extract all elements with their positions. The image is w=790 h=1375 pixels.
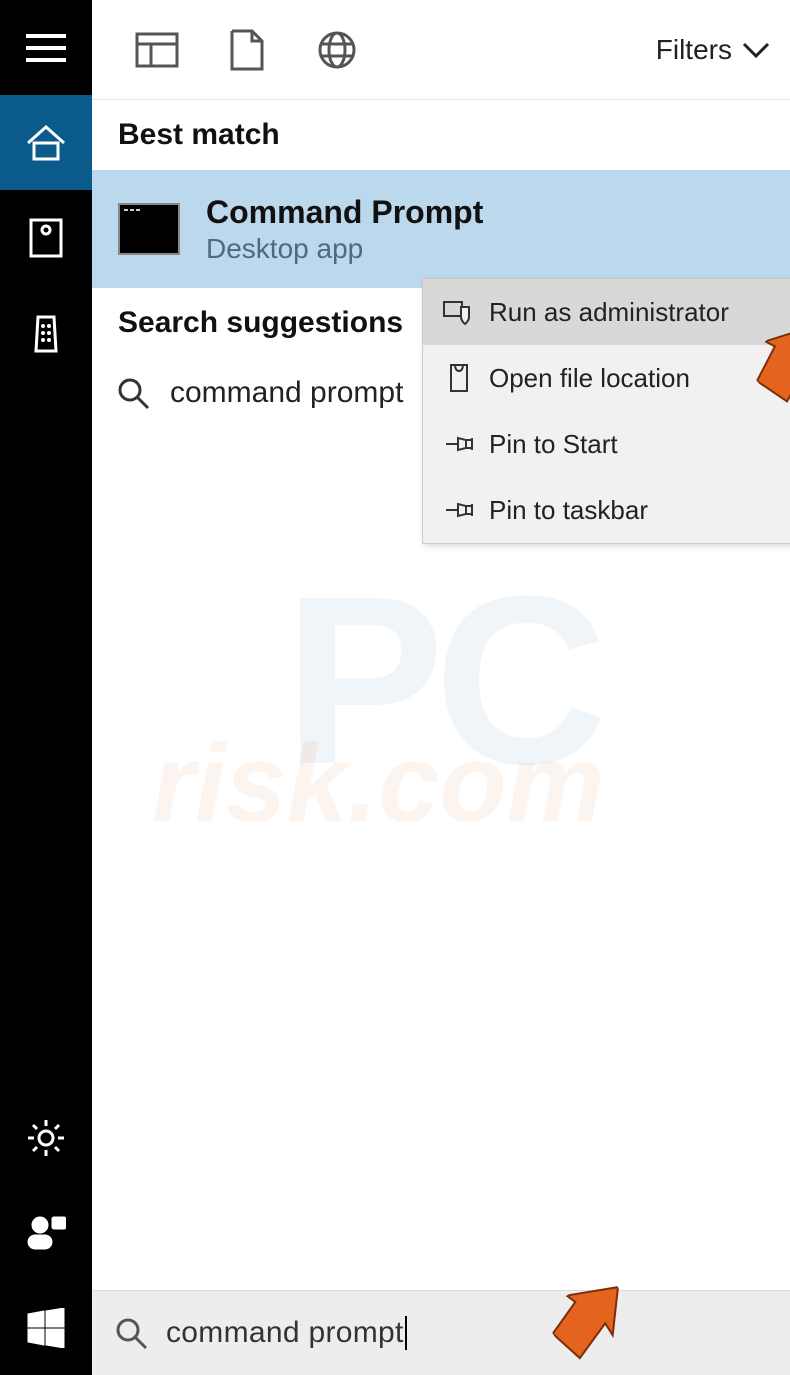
hamburger-button[interactable] <box>0 0 92 95</box>
main-panel: Filters Best match Command Prompt Deskto… <box>92 0 790 1375</box>
context-menu: Run as administrator Open file location … <box>422 278 790 544</box>
sidebar-home[interactable] <box>0 95 92 190</box>
ctx-pin-to-start[interactable]: Pin to Start <box>423 411 790 477</box>
pin-icon <box>437 498 481 522</box>
filters-dropdown[interactable]: Filters <box>656 34 770 66</box>
filter-apps-icon[interactable] <box>122 32 192 68</box>
pin-icon <box>437 432 481 456</box>
ctx-label: Run as administrator <box>489 297 729 328</box>
command-prompt-icon <box>118 203 180 255</box>
shield-icon <box>437 299 481 325</box>
search-icon <box>114 1316 148 1350</box>
best-match-heading: Best match <box>92 100 790 170</box>
folder-icon <box>437 363 481 393</box>
ctx-label: Pin to Start <box>489 429 618 460</box>
sidebar <box>0 0 92 1375</box>
filters-label: Filters <box>656 34 732 66</box>
filter-web-icon[interactable] <box>302 30 372 70</box>
filter-documents-icon[interactable] <box>212 29 282 71</box>
result-title: Command Prompt <box>206 194 483 231</box>
text-caret <box>405 1316 407 1350</box>
sidebar-apps[interactable] <box>0 190 92 285</box>
ctx-label: Pin to taskbar <box>489 495 648 526</box>
result-subtitle: Desktop app <box>206 233 483 265</box>
chevron-down-icon <box>742 42 770 58</box>
ctx-run-as-administrator[interactable]: Run as administrator <box>423 279 790 345</box>
search-query-text: command prompt <box>166 1316 404 1350</box>
sidebar-remote[interactable] <box>0 285 92 380</box>
start-button[interactable] <box>0 1280 92 1375</box>
search-input[interactable]: command prompt <box>92 1290 790 1375</box>
sidebar-feedback[interactable] <box>0 1185 92 1280</box>
ctx-label: Open file location <box>489 363 690 394</box>
ctx-open-file-location[interactable]: Open file location <box>423 345 790 411</box>
search-icon <box>112 372 154 414</box>
sidebar-settings[interactable] <box>0 1090 92 1185</box>
ctx-pin-to-taskbar[interactable]: Pin to taskbar <box>423 477 790 543</box>
filter-toolbar: Filters <box>92 0 790 100</box>
result-command-prompt[interactable]: Command Prompt Desktop app <box>92 170 790 288</box>
